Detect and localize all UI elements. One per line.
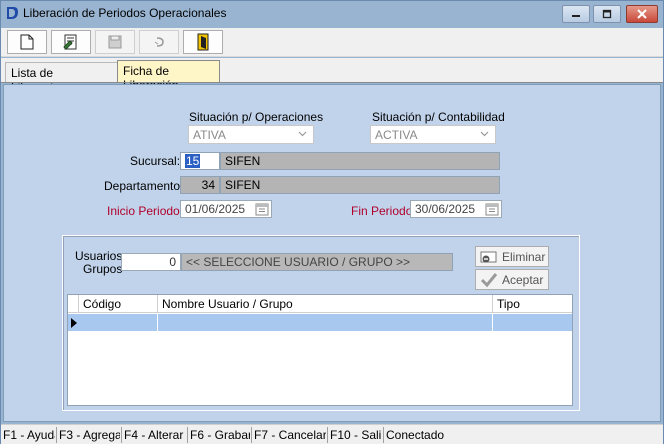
maximize-button[interactable]	[593, 5, 621, 23]
usuarios-grid[interactable]: Código Nombre Usuario / Grupo Tipo	[67, 294, 573, 406]
grid-header: Código Nombre Usuario / Grupo Tipo	[68, 295, 572, 313]
grupos-label: Grupos	[83, 262, 123, 276]
exit-door-icon	[197, 33, 209, 51]
situacion-operaciones-value: ATIVA	[193, 128, 226, 142]
sucursal-code-input[interactable]: 15	[180, 152, 220, 170]
situacion-contabilidad-label: Situación p/ Contabilidad	[372, 110, 505, 124]
usuarios-label: Usuarios	[75, 249, 123, 263]
status-f7-cancel[interactable]: F7 - Cancelar	[254, 428, 326, 442]
fin-periodo-label: Fin Periodo	[351, 204, 413, 218]
tab-lista-liberaciones[interactable]: Lista de Liberaciones	[5, 62, 118, 94]
title-bar: Liberación de Periodos Operacionales	[1, 1, 663, 27]
current-row-indicator-icon	[71, 318, 77, 328]
usuarios-group-box: Usuarios Grupos 0 << SELECCIONE USUARIO …	[62, 235, 580, 411]
fin-periodo-value: 30/06/2025	[415, 202, 476, 216]
situacion-contabilidad-value: ACTIVA	[375, 128, 418, 142]
status-separator	[56, 427, 57, 443]
status-f4-edit[interactable]: F4 - Alterar	[124, 428, 186, 442]
status-f6-save[interactable]: F6 - Grabar	[190, 428, 250, 442]
chevron-down-icon	[480, 131, 489, 137]
close-button[interactable]	[626, 5, 658, 23]
departamento-label: Departamento:	[104, 179, 184, 193]
calendar-icon[interactable]	[255, 202, 269, 216]
new-document-icon	[20, 34, 34, 50]
situacion-operaciones-select[interactable]: ATIVA	[188, 125, 314, 144]
column-header-nombre[interactable]: Nombre Usuario / Grupo	[157, 295, 493, 313]
column-header-tipo[interactable]: Tipo	[492, 295, 572, 313]
save-icon	[108, 35, 122, 49]
aceptar-button[interactable]: Aceptar	[475, 269, 549, 290]
close-icon	[637, 9, 647, 19]
status-f3-add[interactable]: F3 - Agregar	[59, 428, 120, 442]
usuario-grupo-placeholder: << SELECCIONE USUARIO / GRUPO >>	[186, 255, 411, 269]
eliminar-button[interactable]: Eliminar	[475, 246, 549, 267]
eliminar-label: Eliminar	[502, 249, 546, 264]
status-f1-help[interactable]: F1 - Ayuda	[3, 428, 55, 442]
fin-periodo-date-input[interactable]: 30/06/2025	[410, 200, 502, 218]
undo-icon	[154, 37, 164, 47]
chevron-down-icon	[298, 131, 307, 137]
checkmark-icon	[480, 272, 498, 287]
status-separator	[383, 427, 384, 443]
status-f10-exit[interactable]: F10 - Salir	[330, 428, 382, 442]
save-button[interactable]	[95, 30, 135, 54]
sucursal-code: 15	[185, 154, 201, 168]
aceptar-label: Aceptar	[502, 272, 544, 287]
cell-divider	[492, 314, 493, 331]
inicio-periodo-label: Inicio Periodo:	[107, 204, 184, 218]
inicio-periodo-date-input[interactable]: 01/06/2025	[180, 200, 272, 218]
column-header-codigo[interactable]: Código	[78, 295, 158, 313]
usuario-code: 0	[169, 255, 176, 269]
tab-divider	[1, 82, 663, 83]
remove-icon	[480, 251, 497, 262]
departamento-code: 34	[201, 178, 215, 192]
status-separator	[121, 427, 122, 443]
status-separator	[251, 427, 252, 443]
sucursal-label: Sucursal:	[130, 154, 181, 168]
edit-document-icon	[63, 34, 77, 50]
app-logo-icon	[7, 7, 18, 19]
toolbar	[1, 28, 663, 57]
restore-icon	[602, 9, 612, 19]
usuario-code-input[interactable]: 0	[121, 253, 181, 271]
inicio-periodo-value: 01/06/2025	[185, 202, 246, 216]
edit-button[interactable]	[51, 30, 91, 54]
sucursal-name-field: SIFEN	[220, 152, 500, 170]
departamento-code-input[interactable]: 34	[180, 176, 220, 194]
minimize-icon	[572, 15, 580, 17]
calendar-icon[interactable]	[485, 202, 499, 216]
situacion-operaciones-label: Situación p/ Operaciones	[189, 110, 324, 124]
departamento-name-field: SIFEN	[220, 176, 500, 194]
app-window: Liberación de Periodos Operacionales Lis…	[0, 0, 664, 444]
status-separator	[187, 427, 188, 443]
status-separator	[327, 427, 328, 443]
status-connection: Conectado	[386, 428, 445, 442]
tab-ficha-liberacion[interactable]: Ficha de Liberación	[117, 60, 220, 92]
undo-button[interactable]	[139, 30, 179, 54]
usuario-grupo-select[interactable]: << SELECCIONE USUARIO / GRUPO >>	[181, 253, 453, 271]
tab-strip: Lista de Liberaciones Ficha de Liberació…	[1, 58, 663, 94]
minimize-button[interactable]	[562, 5, 590, 23]
table-row[interactable]	[68, 314, 572, 331]
situacion-contabilidad-select[interactable]: ACTIVA	[370, 125, 496, 144]
window-title: Liberación de Periodos Operacionales	[23, 6, 227, 20]
ficha-panel: Situación p/ Operaciones ATIVA Situación…	[3, 84, 661, 422]
departamento-name: SIFEN	[225, 178, 261, 192]
new-button[interactable]	[7, 30, 47, 54]
cell-divider	[157, 314, 158, 331]
status-bar: F1 - Ayuda F3 - Agregar F4 - Alterar F6 …	[1, 424, 663, 444]
exit-button[interactable]	[183, 30, 223, 54]
sucursal-name: SIFEN	[225, 154, 261, 168]
